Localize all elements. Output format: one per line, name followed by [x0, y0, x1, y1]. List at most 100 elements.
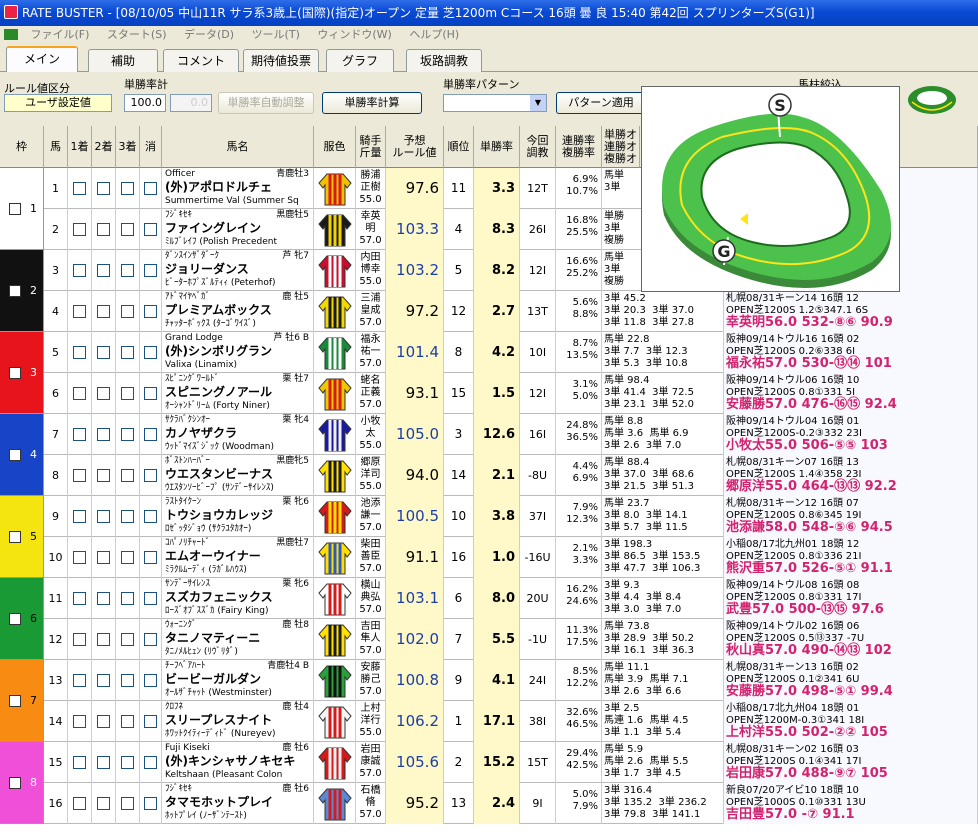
first-checkbox[interactable]: [73, 305, 86, 318]
menu-start[interactable]: スタート(S): [100, 26, 174, 44]
frame-checkbox[interactable]: [9, 613, 21, 625]
erase-checkbox[interactable]: [144, 264, 157, 277]
second-checkbox[interactable]: [97, 387, 110, 400]
horse-name[interactable]: スピニングノアール: [165, 385, 313, 400]
horse-name[interactable]: カノヤザクラ: [165, 426, 313, 441]
horse-name-cell[interactable]: Fuji Kiseki 鹿 牡6 (外)キンシャサノキセキ Keltshaan (Pl…: [162, 742, 314, 783]
horse-name[interactable]: タニノマティーニ: [165, 631, 313, 646]
chevron-down-icon[interactable]: ▼: [530, 95, 546, 111]
first-checkbox[interactable]: [73, 264, 86, 277]
third-checkbox[interactable]: [121, 387, 134, 400]
second-checkbox[interactable]: [97, 633, 110, 646]
horse-name[interactable]: ジョリーダンス: [165, 262, 313, 277]
horse-name[interactable]: ウエスタンビーナス: [165, 467, 313, 482]
menu-data[interactable]: データ(D): [177, 26, 241, 44]
horse-name[interactable]: スリープレスナイト: [165, 713, 313, 728]
tab-main[interactable]: メイン: [6, 46, 78, 73]
auto-adjust-button[interactable]: 単勝率自動調整: [218, 92, 314, 114]
erase-checkbox[interactable]: [144, 387, 157, 400]
first-checkbox[interactable]: [73, 346, 86, 359]
menu-file[interactable]: ファイル(F): [24, 26, 97, 44]
course-thumbnail-icon[interactable]: [906, 80, 958, 118]
first-checkbox[interactable]: [73, 182, 86, 195]
horse-name[interactable]: タマモホットプレイ: [165, 795, 313, 810]
horse-name[interactable]: ファイングレイン: [165, 221, 313, 236]
horse-name[interactable]: (外)アポロドルチェ: [165, 180, 313, 195]
first-checkbox[interactable]: [73, 674, 86, 687]
second-checkbox[interactable]: [97, 756, 110, 769]
first-checkbox[interactable]: [73, 428, 86, 441]
horse-name-cell[interactable]: ｸﾛﾌﾈ 鹿 牡4 スリープレスナイト ﾎﾜｯﾄｸｲﾃｨｰﾃﾞｨﾄﾞ (Nureyev…: [162, 701, 314, 742]
tab-slope-training[interactable]: 坂路調教: [406, 49, 482, 72]
horse-name[interactable]: (外)シンボリグラン: [165, 344, 313, 359]
horse-name[interactable]: ビービーガルダン: [165, 672, 313, 687]
erase-checkbox[interactable]: [144, 551, 157, 564]
erase-checkbox[interactable]: [144, 469, 157, 482]
second-checkbox[interactable]: [97, 264, 110, 277]
third-checkbox[interactable]: [121, 305, 134, 318]
frame-checkbox[interactable]: [9, 449, 21, 461]
second-checkbox[interactable]: [97, 182, 110, 195]
first-checkbox[interactable]: [73, 756, 86, 769]
frame-checkbox[interactable]: [9, 695, 21, 707]
document-icon[interactable]: [4, 29, 18, 40]
third-checkbox[interactable]: [121, 264, 134, 277]
third-checkbox[interactable]: [121, 428, 134, 441]
second-checkbox[interactable]: [97, 428, 110, 441]
horse-name-cell[interactable]: ﾌｼﾞｷｾｷ 黒鹿牡5 ファイングレイン ﾐﾙﾌﾞﾚｲﾌ (Polish Preced…: [162, 209, 314, 250]
erase-checkbox[interactable]: [144, 797, 157, 810]
third-checkbox[interactable]: [121, 674, 134, 687]
second-checkbox[interactable]: [97, 469, 110, 482]
pattern-select[interactable]: ▼: [443, 94, 547, 112]
tansho-remainder-input[interactable]: 0.0: [170, 94, 212, 112]
erase-checkbox[interactable]: [144, 715, 157, 728]
calc-button[interactable]: 単勝率計算: [322, 92, 422, 114]
horse-name-cell[interactable]: ﾌｼﾞｷｾｷ 鹿 牡6 タマモホットプレイ ﾎｯﾄﾌﾟﾚｲ (ﾉｰｻﾞﾝﾃｰｽﾄ): [162, 783, 314, 824]
erase-checkbox[interactable]: [144, 510, 157, 523]
erase-checkbox[interactable]: [144, 674, 157, 687]
third-checkbox[interactable]: [121, 469, 134, 482]
third-checkbox[interactable]: [121, 510, 134, 523]
third-checkbox[interactable]: [121, 346, 134, 359]
horse-name-cell[interactable]: ｽﾋﾟﾆﾝｸﾞﾜｰﾙﾄﾞ 栗 牡7 スピニングノアール ｵｰｼｬﾝﾄﾞﾘｰﾑ (For…: [162, 373, 314, 414]
horse-name[interactable]: エムオーウイナー: [165, 549, 313, 564]
third-checkbox[interactable]: [121, 592, 134, 605]
horse-name-cell[interactable]: Grand Lodge 芦 牡6 B (外)シンボリグラン Valixa (Linam…: [162, 332, 314, 373]
rule-type-value[interactable]: ユーザ設定値: [4, 94, 112, 112]
first-checkbox[interactable]: [73, 592, 86, 605]
second-checkbox[interactable]: [97, 510, 110, 523]
menu-tools[interactable]: ツール(T): [245, 26, 307, 44]
second-checkbox[interactable]: [97, 797, 110, 810]
third-checkbox[interactable]: [121, 797, 134, 810]
first-checkbox[interactable]: [73, 387, 86, 400]
erase-checkbox[interactable]: [144, 305, 157, 318]
first-checkbox[interactable]: [73, 469, 86, 482]
third-checkbox[interactable]: [121, 223, 134, 236]
erase-checkbox[interactable]: [144, 633, 157, 646]
tansho-total-input[interactable]: 100.0: [124, 94, 166, 112]
second-checkbox[interactable]: [97, 551, 110, 564]
erase-checkbox[interactable]: [144, 428, 157, 441]
horse-name-cell[interactable]: ﾀﾞﾝｽｲﾝｻﾞﾀﾞｰｸ 芦 牝7 ジョリーダンス ﾋﾞｰﾀｰﾎﾌﾟｽﾞﾙﾃｨｨ (P…: [162, 250, 314, 291]
erase-checkbox[interactable]: [144, 592, 157, 605]
third-checkbox[interactable]: [121, 633, 134, 646]
tab-comment[interactable]: コメント: [163, 49, 239, 72]
horse-name-cell[interactable]: ｳｫｰﾆﾝｸﾞ 鹿 牡8 タニノマティーニ ﾀﾆﾉﾒﾙﾋｪﾝ (ﾘｳﾞﾘﾀﾞ): [162, 619, 314, 660]
second-checkbox[interactable]: [97, 346, 110, 359]
horse-name-cell[interactable]: ｻｸﾗﾊﾞｸｼﾝｵｰ 栗 牝4 カノヤザクラ ｳｯﾄﾞﾏｲｽﾞｼﾞｯｸ (Woodma…: [162, 414, 314, 455]
tab-expected-bet[interactable]: 期待値投票: [243, 49, 319, 72]
third-checkbox[interactable]: [121, 551, 134, 564]
erase-checkbox[interactable]: [144, 223, 157, 236]
menu-window[interactable]: ウィンドウ(W): [310, 26, 398, 44]
frame-checkbox[interactable]: [9, 777, 21, 789]
third-checkbox[interactable]: [121, 182, 134, 195]
first-checkbox[interactable]: [73, 510, 86, 523]
horse-name[interactable]: トウショウカレッジ: [165, 508, 313, 523]
erase-checkbox[interactable]: [144, 182, 157, 195]
first-checkbox[interactable]: [73, 715, 86, 728]
third-checkbox[interactable]: [121, 756, 134, 769]
first-checkbox[interactable]: [73, 797, 86, 810]
tab-graph[interactable]: グラフ: [326, 49, 394, 72]
horse-name-cell[interactable]: ｺﾊﾟﾉﾘﾁｬｰﾄﾞ 黒鹿牡7 エムオーウイナー ﾐﾗｸﾙﾑｰﾃﾞｨ (ﾗｶﾞﾙﾊｳｽ…: [162, 537, 314, 578]
second-checkbox[interactable]: [97, 592, 110, 605]
